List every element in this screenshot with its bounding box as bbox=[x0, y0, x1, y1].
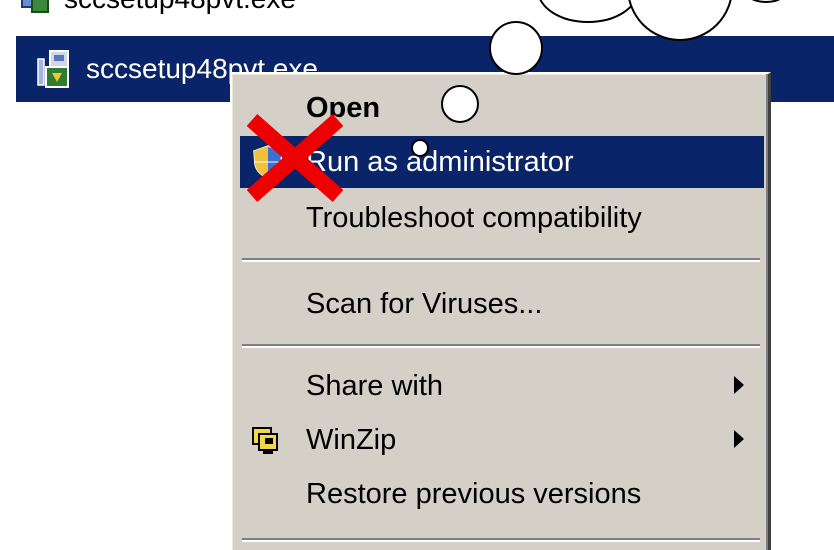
winzip-icon bbox=[250, 422, 286, 458]
setup-exe-icon bbox=[36, 50, 74, 88]
menu-item-open[interactable]: Open bbox=[240, 82, 764, 134]
submenu-arrow-icon bbox=[734, 376, 744, 394]
file-name: sccsetup48pvt.exe bbox=[64, 0, 296, 15]
menu-item-label: Run as administrator bbox=[306, 145, 574, 178]
menu-item-run-as-administrator[interactable]: Run as administrator bbox=[240, 136, 764, 188]
thought-bubble bbox=[628, 0, 732, 41]
uac-shield-icon bbox=[250, 144, 286, 180]
menu-item-scan-for-viruses[interactable]: Scan for Viruses... bbox=[240, 278, 764, 330]
menu-item-label: Restore previous versions bbox=[306, 477, 642, 510]
screenshot-stage: sccsetup48pvt.exe sccsetup48pvt.exe Open bbox=[0, 0, 834, 550]
thought-bubble bbox=[539, 0, 637, 23]
menu-separator bbox=[242, 258, 760, 262]
menu-item-restore-previous-versions[interactable]: Restore previous versions bbox=[240, 468, 764, 520]
menu-item-label: WinZip bbox=[306, 423, 397, 456]
menu-separator bbox=[242, 538, 760, 542]
menu-item-label: Troubleshoot compatibility bbox=[306, 201, 642, 234]
setup-exe-icon bbox=[16, 0, 54, 18]
menu-item-winzip[interactable]: WinZip bbox=[240, 414, 764, 466]
menu-item-troubleshoot-compatibility[interactable]: Troubleshoot compatibility bbox=[240, 192, 764, 244]
context-menu: Open Run as administrator Troubleshoot c… bbox=[230, 72, 771, 550]
thought-bubble bbox=[751, 0, 781, 3]
submenu-arrow-icon bbox=[734, 430, 744, 448]
file-row[interactable]: sccsetup48pvt.exe bbox=[16, 0, 416, 20]
menu-item-label: Open bbox=[306, 91, 381, 124]
menu-item-share-with[interactable]: Share with bbox=[240, 360, 764, 412]
menu-separator bbox=[242, 344, 760, 348]
menu-item-label: Scan for Viruses... bbox=[306, 287, 543, 320]
menu-item-label: Share with bbox=[306, 369, 444, 402]
